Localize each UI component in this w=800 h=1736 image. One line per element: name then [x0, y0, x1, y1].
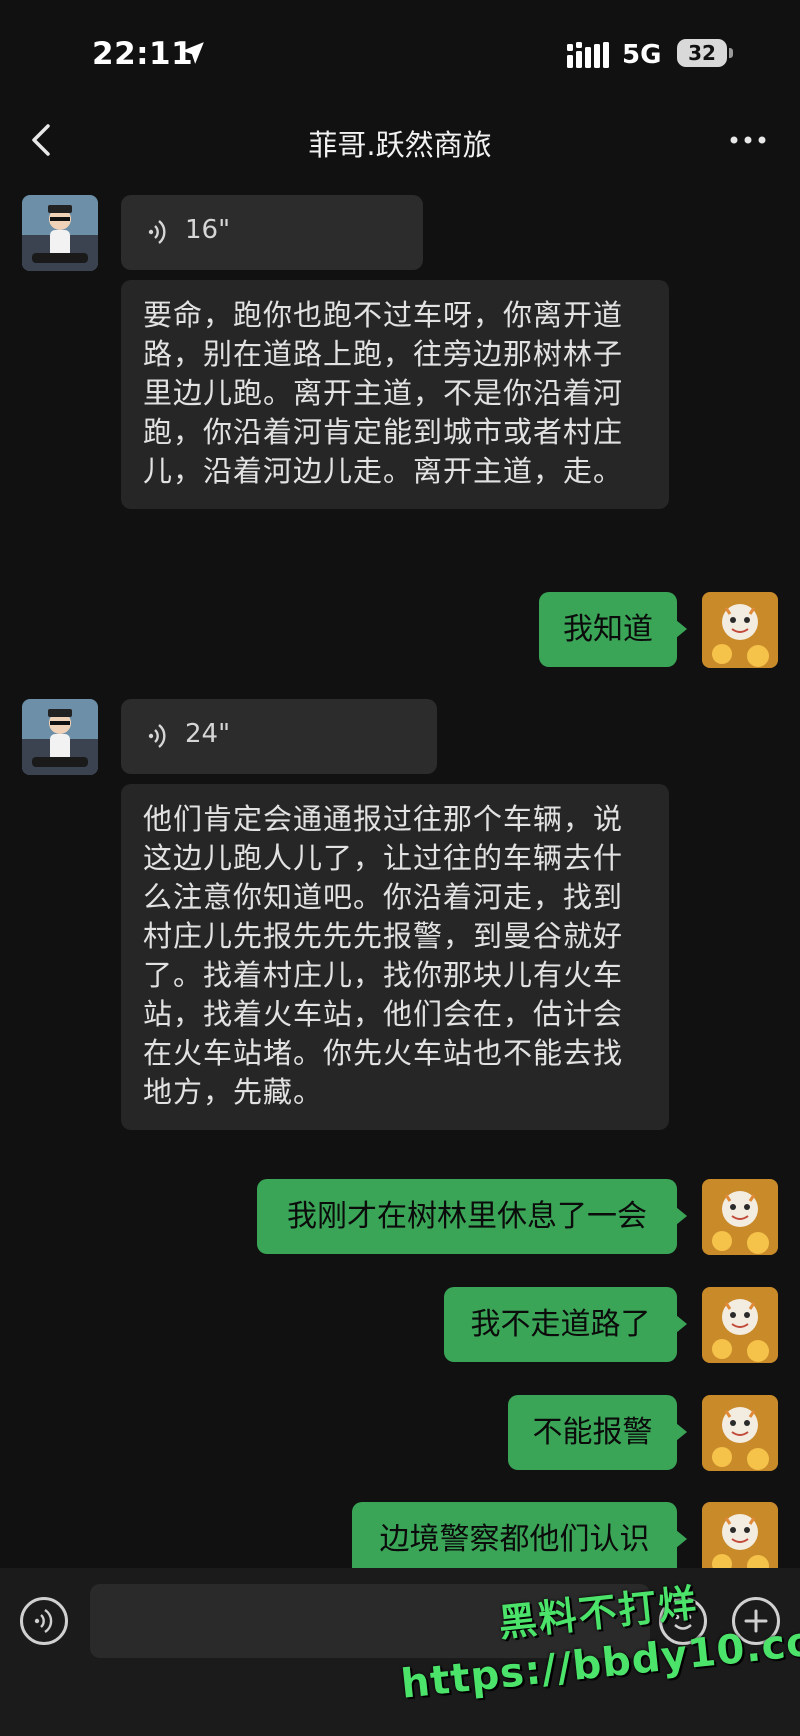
voice-wave-icon — [34, 1608, 53, 1634]
voice-duration: 16" — [185, 215, 231, 245]
voice-message[interactable]: 24" — [121, 699, 437, 774]
sent-message-bubble[interactable]: 我知道 — [539, 592, 687, 667]
contact-avatar[interactable] — [22, 195, 98, 271]
sent-message-bubble[interactable]: 边境警察都他们认识 — [352, 1502, 687, 1577]
battery-tip — [729, 48, 733, 58]
voice-duration: 24" — [185, 719, 231, 749]
signal-strength-icon — [567, 42, 609, 68]
voice-transcript: 要命，跑你也跑不过车呀，你离开道路，别在道路上跑，往旁边那树林子里边儿跑。离开主… — [121, 280, 669, 509]
my-avatar[interactable] — [702, 1287, 778, 1363]
my-avatar[interactable] — [702, 1502, 778, 1578]
sent-message-bubble[interactable]: 我不走道路了 — [444, 1287, 687, 1362]
sent-message-bubble[interactable]: 不能报警 — [508, 1395, 687, 1470]
more-options-icon[interactable] — [728, 130, 768, 150]
voice-transcript: 他们肯定会通通报过往那个车辆，说这边儿跑人儿了，让过往的车辆去什么注意你知道吧。… — [121, 784, 669, 1130]
voice-input-button[interactable] — [20, 1597, 68, 1645]
my-avatar[interactable] — [702, 1179, 778, 1255]
location-arrow-icon — [182, 42, 204, 64]
status-bar: 22:11 5G 32 — [0, 0, 800, 100]
network-type: 5G — [622, 40, 662, 70]
voice-message[interactable]: 16" — [121, 195, 423, 270]
battery-icon: 32 — [677, 39, 727, 67]
contact-avatar[interactable] — [22, 699, 98, 775]
voice-wave-icon — [148, 724, 166, 748]
chat-title: 菲哥.跃然商旅 — [308, 128, 492, 162]
my-avatar[interactable] — [702, 1395, 778, 1471]
status-time: 22:11 — [92, 36, 194, 72]
voice-wave-icon — [148, 220, 166, 244]
chat-header: 菲哥.跃然商旅 — [0, 100, 800, 182]
sent-message-bubble[interactable]: 我刚才在树林里休息了一会 — [257, 1179, 687, 1254]
my-avatar[interactable] — [702, 592, 778, 668]
